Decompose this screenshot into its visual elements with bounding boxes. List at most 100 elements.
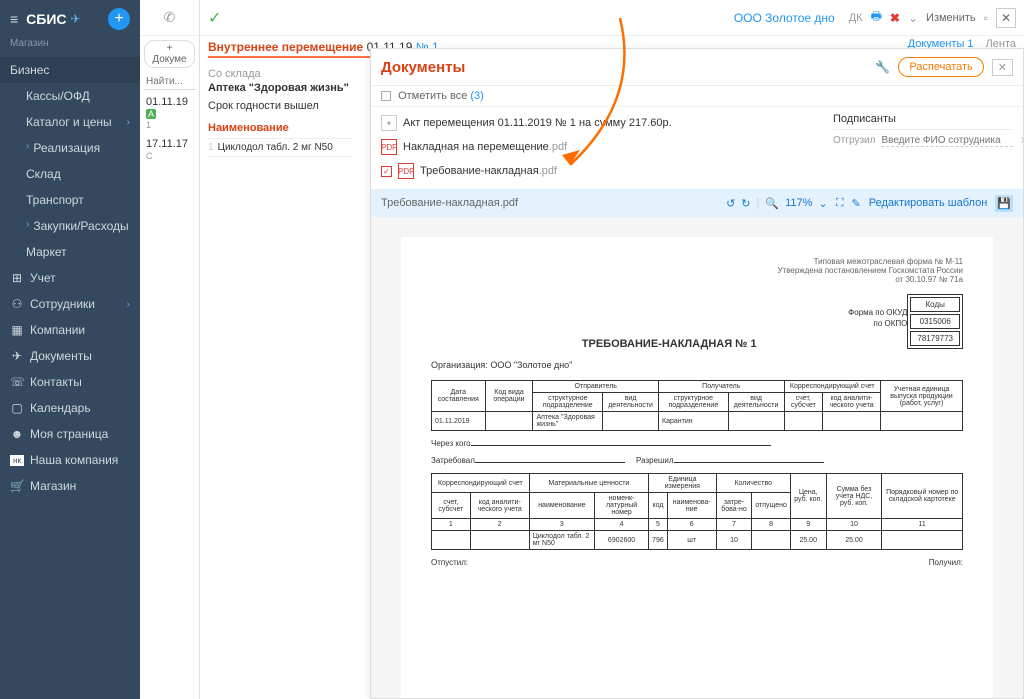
doc-name: Накладная на перемещение [403, 141, 549, 153]
nav-section-business[interactable]: Бизнес [0, 57, 140, 83]
chevron-right-icon: › [127, 117, 130, 128]
paper-title: ТРЕБОВАНИЕ-НАКЛАДНАЯ № 1 [431, 338, 963, 350]
checked-icon[interactable]: ✓ [381, 166, 392, 177]
okpo-label: по ОКПО [431, 319, 963, 328]
file-icon: ✦ [381, 115, 397, 131]
avatar-icon: ☻ [10, 427, 24, 441]
store-label: Магазин [0, 38, 140, 57]
dropdown-icon[interactable]: ⌄ [908, 11, 918, 25]
checkbox-icon[interactable] [381, 91, 391, 101]
nav-sotrudniki[interactable]: ⚇Сотрудники› [0, 291, 140, 317]
window-icon[interactable]: ▫ [984, 11, 988, 25]
preview-filename: Требование-накладная.pdf [381, 197, 518, 209]
nav-market[interactable]: Маркет [0, 239, 140, 265]
delete-icon[interactable]: ✖ [890, 11, 900, 25]
signers-panel: Подписанты Отгрузил ✕ [833, 109, 1013, 151]
date-entry-2[interactable]: 17.11.17 С [140, 134, 199, 166]
cart-icon: 🛒 [10, 479, 24, 493]
close-overlay-button[interactable]: ✕ [992, 59, 1013, 76]
add-button[interactable]: + [108, 8, 130, 30]
nav-magazin[interactable]: 🛒Магазин [0, 473, 140, 499]
zoom-icon[interactable]: 🔍 [765, 197, 779, 210]
people-icon: ⚇ [10, 297, 24, 311]
contacts-icon: ☏ [10, 375, 24, 389]
nav-uchet[interactable]: ⊞Учет [0, 265, 140, 291]
signer-name-input[interactable] [881, 135, 1013, 147]
printer-icon[interactable]: 🖶 [871, 7, 882, 28]
nav-zakupki[interactable]: ›Закупки/Расходы [0, 213, 140, 239]
signers-title: Подписанты [833, 109, 1013, 130]
nav-sklad[interactable]: Склад [0, 161, 140, 187]
doc-row-trebovanie[interactable]: ✓ PDF Требование-накладная.pdf [371, 159, 1023, 183]
nav-kontakty[interactable]: ☏Контакты [0, 369, 140, 395]
codes-box: Коды 0315006 78179773 [907, 294, 963, 349]
edit-link[interactable]: Изменить [926, 12, 976, 24]
sidebar: ≡ СБИС ✈ + Магазин Бизнес Кассы/ОФД Ката… [0, 0, 140, 699]
save-icon[interactable]: 💾 [995, 195, 1013, 212]
add-document-button[interactable]: + Докуме [144, 40, 195, 68]
nav-kalendar[interactable]: ▢Календарь [0, 395, 140, 421]
expiry-note: Срок годности вышел [208, 100, 352, 112]
doc-name: Требование-накладная [420, 165, 539, 177]
received-label: Получил: [929, 558, 963, 567]
documents-overlay: Документы 🔧 Распечатать ✕ Отметить все (… [370, 48, 1024, 699]
building-icon: ▦ [10, 323, 24, 337]
dk-badge: ДК [849, 12, 863, 24]
rotate-right-icon[interactable]: ↻ [741, 197, 750, 210]
nav-katalog[interactable]: Каталог и цены› [0, 109, 140, 135]
docs-title: Документы [381, 59, 465, 76]
nav-realizaciya[interactable]: ›Реализация [0, 135, 140, 161]
okud-label: Форма по ОКУД [431, 308, 963, 317]
zoom-dropdown-icon[interactable]: ⌄ [818, 197, 827, 210]
nav-kassy[interactable]: Кассы/ОФД [0, 83, 140, 109]
item-row[interactable]: 1Циклодол табл. 2 мг N50 [208, 139, 352, 157]
nav-nasha[interactable]: нкНаша компания [0, 447, 140, 473]
calculator-icon: ⊞ [10, 271, 24, 285]
zoom-value[interactable]: 117% [785, 197, 812, 210]
wrench-icon[interactable]: 🔧 [875, 60, 890, 74]
close-button[interactable]: ✕ [996, 8, 1016, 28]
items-table: Корреспондирующий счет Материальные ценн… [431, 473, 963, 550]
paper-page: Типовая межотраслевая форма № М-11 Утвер… [401, 237, 993, 698]
nav-kompanii[interactable]: ▦Компании [0, 317, 140, 343]
rotate-left-icon[interactable]: ↺ [726, 197, 735, 210]
window-toolbar: ✓ ООО Золотое дно ДК 🖶 ✖ ⌄ Изменить ▫ ✕ [200, 0, 1024, 36]
warehouse-panel: Со склада Аптека "Здоровая жизнь" Срок г… [200, 60, 360, 165]
doc-type-title: Внутреннее перемещение [208, 40, 363, 54]
logo-bird-icon: ✈ [71, 12, 81, 26]
allowed-label: Разрешил [636, 456, 674, 465]
nav-transport[interactable]: Транспорт [0, 187, 140, 213]
docs-header: Документы 🔧 Распечатать ✕ [371, 49, 1023, 86]
print-button[interactable]: Распечатать [898, 57, 983, 77]
nav-dokumenty[interactable]: ✈Документы [0, 343, 140, 369]
released-label: Отпустил: [431, 558, 468, 567]
header-table: Дата составления Код вида операции Отпра… [431, 380, 963, 431]
doc-name: Акт перемещения 01.11.2019 № 1 на сумму … [403, 117, 672, 129]
chevron-right-icon: › [26, 141, 29, 155]
sidebar-header: ≡ СБИС ✈ + [0, 0, 140, 38]
document-preview[interactable]: Типовая межотраслевая форма № М-11 Утвер… [371, 217, 1023, 698]
fullscreen-icon[interactable]: ⛶ [836, 197, 844, 210]
logo-text: СБИС [26, 11, 66, 27]
edit-template-link[interactable]: Редактировать шаблон [869, 197, 988, 209]
through-label: Через кого [431, 439, 471, 448]
pencil-icon[interactable]: ✎ [852, 197, 861, 210]
form-notes: Типовая межотраслевая форма № М-11 Утвер… [431, 257, 963, 284]
logo[interactable]: ≡ СБИС ✈ [10, 11, 81, 27]
search-input[interactable] [144, 74, 196, 90]
pdf-icon: PDF [398, 163, 414, 179]
phone-icon[interactable]: ✆ [164, 9, 176, 26]
hamburger-icon[interactable]: ≡ [10, 11, 18, 27]
from-warehouse-label: Со склада [208, 68, 352, 80]
date-entry-1[interactable]: 01.11.19 А1 [140, 92, 199, 134]
mark-all-row[interactable]: Отметить все (3) [371, 86, 1023, 107]
paperplane-icon: ✈ [10, 349, 24, 363]
main-area: ✓ ООО Золотое дно ДК 🖶 ✖ ⌄ Изменить ▫ ✕ … [200, 0, 1024, 699]
requested-label: Затребовал [431, 456, 475, 465]
org-link[interactable]: ООО Золотое дно [734, 11, 835, 25]
close-icon[interactable]: ✕ [1019, 134, 1024, 147]
org-line: Организация: ООО "Золотое дно" [431, 360, 963, 370]
nav-moya[interactable]: ☻Моя страница [0, 421, 140, 447]
pdf-icon: PDF [381, 139, 397, 155]
check-icon[interactable]: ✓ [208, 8, 221, 28]
